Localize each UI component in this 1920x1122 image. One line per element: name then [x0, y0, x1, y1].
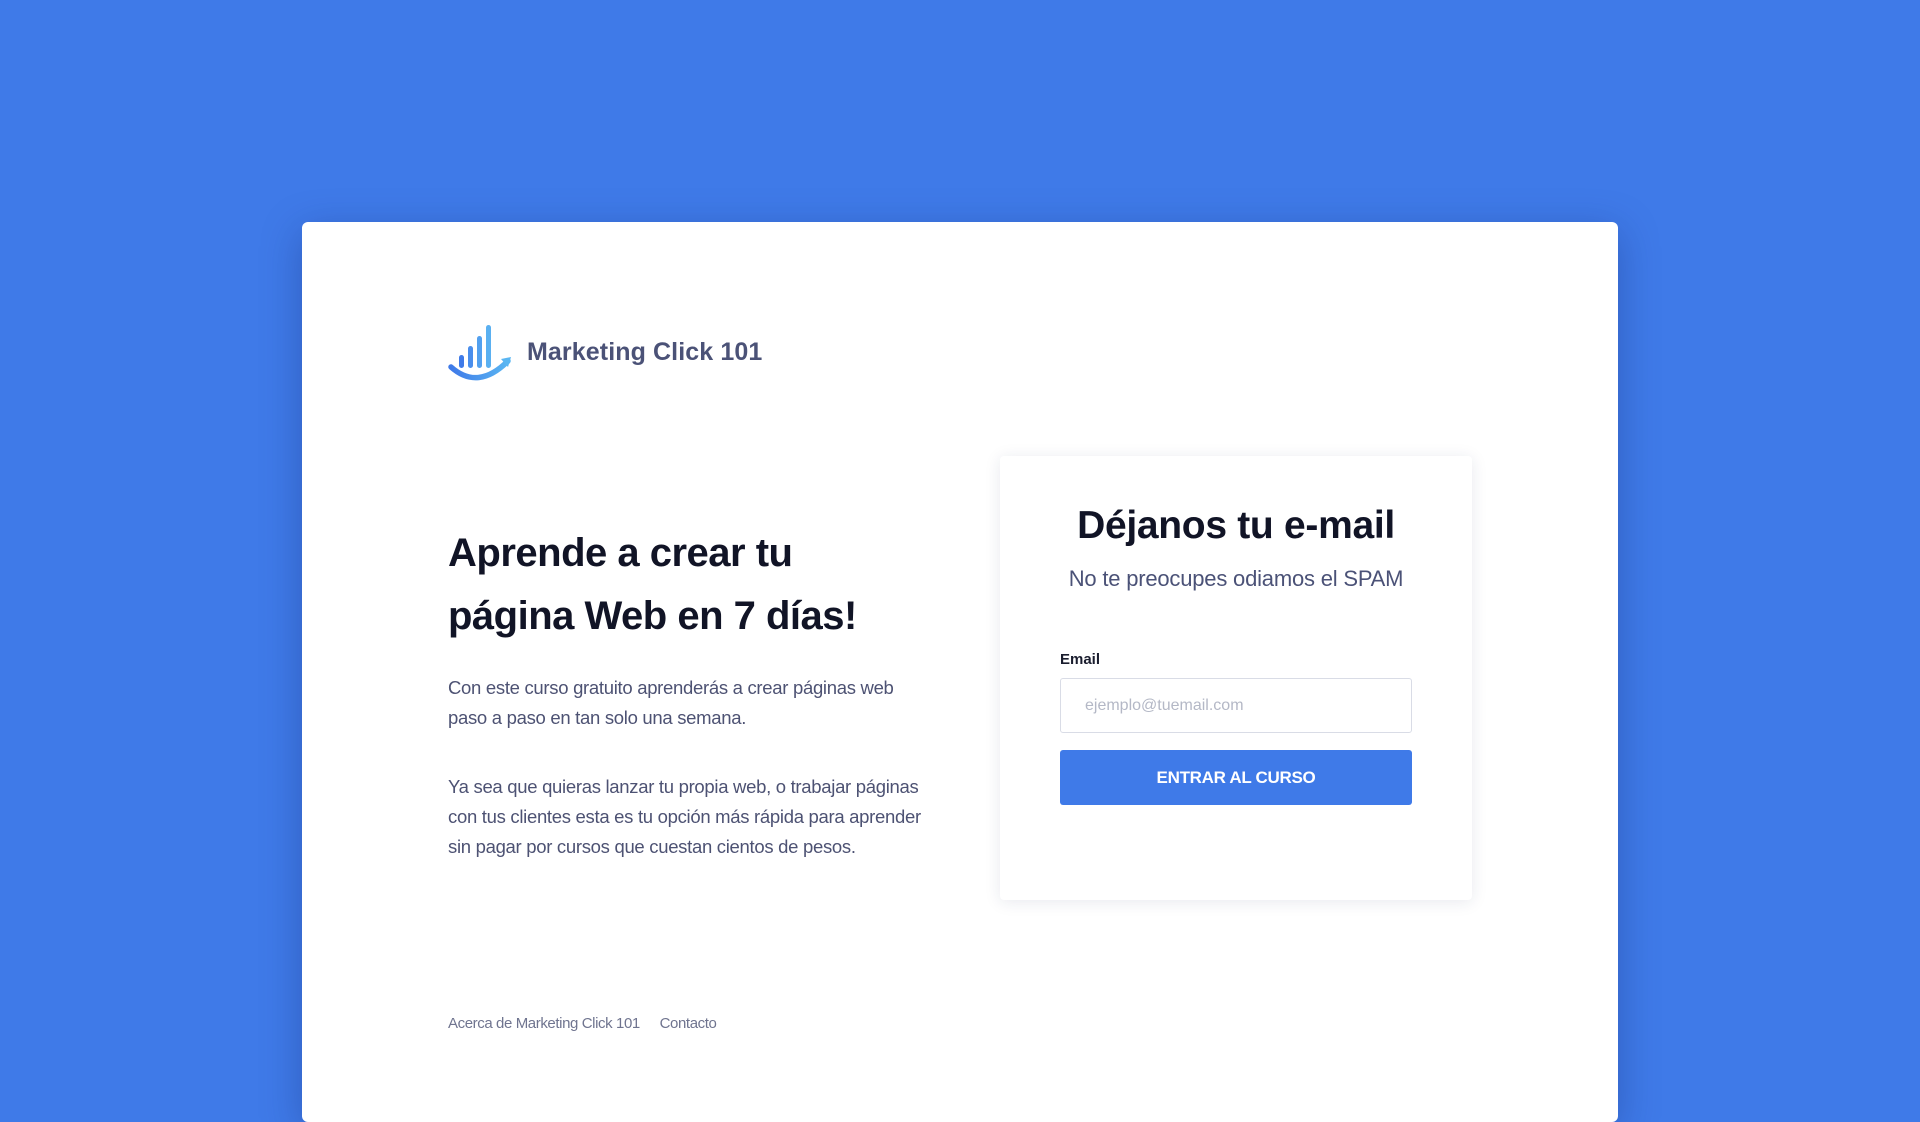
footer-links: Acerca de Marketing Click 101 Contacto: [448, 1015, 732, 1032]
footer-link-contact[interactable]: Contacto: [660, 1015, 717, 1032]
email-input[interactable]: [1060, 678, 1412, 733]
optin-title: Déjanos tu e-mail: [1077, 504, 1395, 547]
hero-section: Aprende a crear tu página Web en 7 días!…: [448, 522, 928, 862]
brand-name: Marketing Click 101: [527, 337, 763, 366]
landing-card: Marketing Click 101 Aprende a crear tu p…: [302, 222, 1618, 1122]
email-optin-form: Déjanos tu e-mail No te preocupes odiamo…: [1000, 456, 1472, 900]
footer-link-about[interactable]: Acerca de Marketing Click 101: [448, 1015, 640, 1032]
hero-title-line1: Aprende a crear tu: [448, 531, 793, 575]
hero-title: Aprende a crear tu página Web en 7 días!: [448, 522, 928, 648]
optin-subtitle: No te preocupes odiamos el SPAM: [1068, 566, 1404, 591]
hero-description: Con este curso gratuito aprenderás a cre…: [448, 677, 894, 728]
enter-course-button[interactable]: ENTRAR AL CURSO: [1060, 750, 1412, 805]
brand[interactable]: Marketing Click 101: [448, 321, 762, 383]
email-label: Email: [1060, 651, 1101, 668]
bar-chart-smile-icon: [448, 325, 511, 381]
hero-title-line2: página Web en 7 días!: [448, 594, 857, 638]
hero-description-secondary: Ya sea que quieras lanzar tu propia web,…: [448, 776, 921, 857]
